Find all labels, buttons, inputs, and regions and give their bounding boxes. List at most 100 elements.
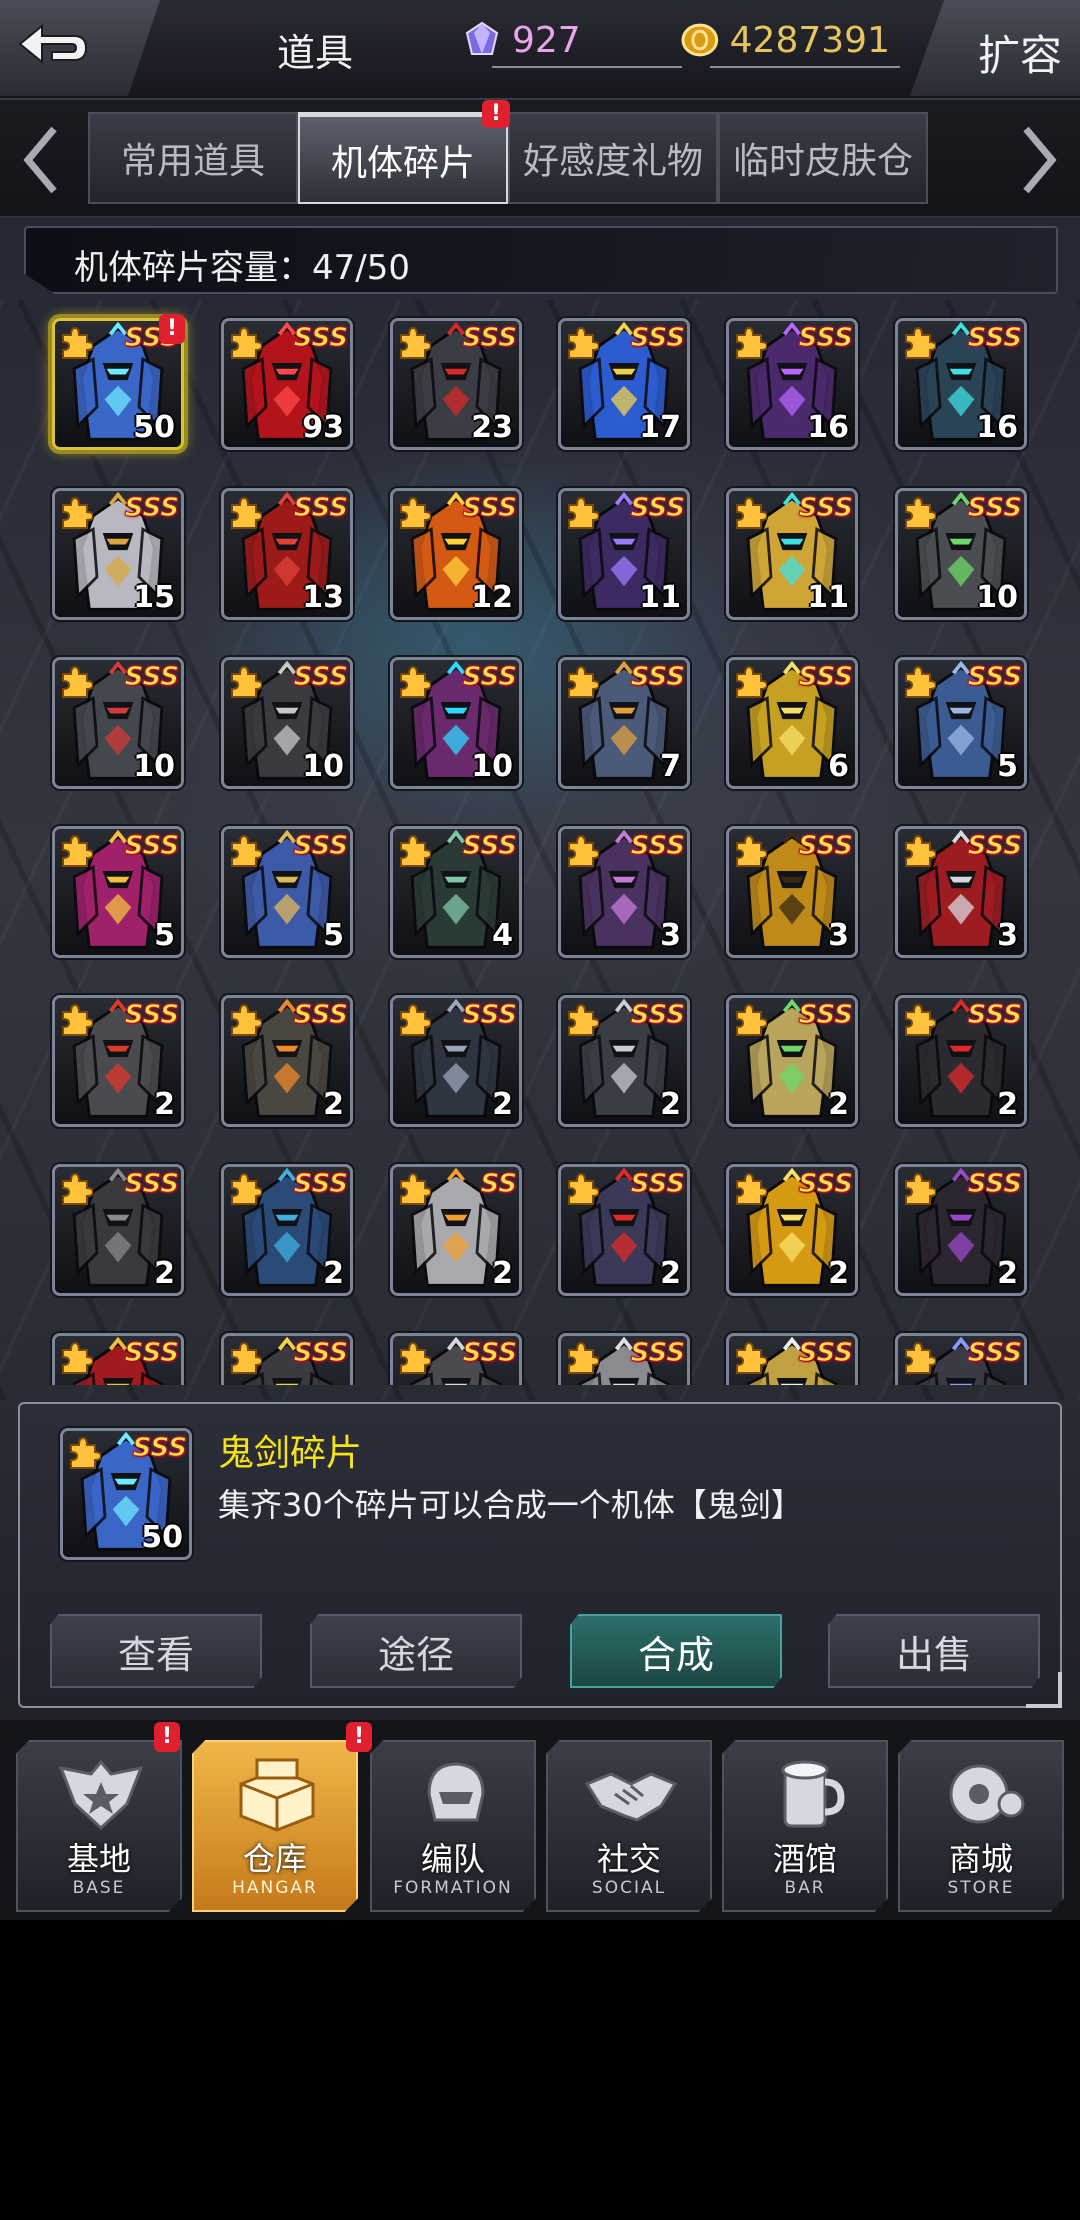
fragment-item[interactable]: SSS 4: [390, 826, 522, 958]
gold-coin-icon: [681, 23, 719, 57]
fragment-item[interactable]: SSS 2: [558, 995, 690, 1127]
detail-item-description: 集齐30个碎片可以合成一个机体【鬼剑】: [218, 1486, 803, 1524]
fragment-item[interactable]: SSS 2: [726, 995, 858, 1127]
fragment-count: 10: [302, 749, 344, 784]
fragment-item[interactable]: SSS 15: [52, 488, 184, 620]
fragment-item[interactable]: SSS 23: [390, 318, 522, 450]
fragment-item[interactable]: SSS 11: [726, 488, 858, 620]
tab-affinity-gifts[interactable]: 好感度礼物: [508, 112, 718, 204]
fragment-item[interactable]: SSS 2: [52, 1164, 184, 1296]
fragment-item[interactable]: SSS: [558, 1333, 690, 1385]
fragment-item[interactable]: SSS: [52, 1333, 184, 1385]
back-arrow-icon: [18, 23, 88, 65]
fragment-puzzle-icon: [905, 665, 936, 698]
fragment-count: 2: [154, 1087, 175, 1122]
fragment-count: 10: [471, 749, 513, 784]
capacity-text: 机体碎片容量：47/50: [74, 248, 410, 288]
fragment-item[interactable]: SSS: [221, 1333, 353, 1385]
sell-button[interactable]: 出售: [828, 1614, 1040, 1688]
nav-store[interactable]: 商城 STORE: [898, 1740, 1064, 1912]
nav-hangar[interactable]: 仓库 HANGAR: [192, 1740, 358, 1912]
tab-temp-skins[interactable]: 临时皮肤仓: [718, 112, 928, 204]
expand-capacity-button[interactable]: 扩容: [910, 0, 1080, 96]
fragment-puzzle-icon: [62, 665, 93, 698]
fragment-item[interactable]: SSS 7: [558, 657, 690, 789]
nav-store-label: 商城: [948, 1840, 1013, 1878]
fragment-item[interactable]: SSS 2: [895, 1164, 1027, 1296]
fragment-item[interactable]: SSS 12: [390, 488, 522, 620]
fragment-item[interactable]: SSS 10: [221, 657, 353, 789]
fragment-item[interactable]: SSS: [726, 1333, 858, 1385]
rank-badge: SSS: [293, 1000, 348, 1031]
fragment-item[interactable]: SSS 3: [726, 826, 858, 958]
fragment-count: 2: [997, 1256, 1018, 1291]
tab-mech-fragments[interactable]: 机体碎片: [298, 112, 508, 204]
rank-badge: SSS: [967, 831, 1022, 862]
fragment-item[interactable]: SSS 2: [221, 1164, 353, 1296]
fragment-item[interactable]: SSS 11: [558, 488, 690, 620]
nav-base-sub: BASE: [72, 1878, 126, 1898]
nav-social[interactable]: 社交 SOCIAL: [546, 1740, 712, 1912]
fragment-item[interactable]: SSS 16: [895, 318, 1027, 450]
rank-badge: SSS: [462, 323, 517, 354]
back-button[interactable]: [0, 0, 160, 96]
fragment-item[interactable]: SSS 93: [221, 318, 353, 450]
view-button[interactable]: 查看: [50, 1614, 262, 1688]
fragment-item[interactable]: SSS 3: [558, 826, 690, 958]
fragment-item[interactable]: SSS 10: [52, 657, 184, 789]
rank-badge: SSS: [967, 1000, 1022, 1031]
rank-badge: SSS: [967, 493, 1022, 524]
rank-badge: SSS: [462, 1338, 517, 1369]
rank-badge: SSS: [798, 1000, 853, 1031]
fragment-item[interactable]: SSS 5: [221, 826, 353, 958]
fragment-item[interactable]: SSS 5: [895, 657, 1027, 789]
tabs-next-arrow[interactable]: [1010, 120, 1070, 200]
fragment-item[interactable]: SSS 2: [726, 1164, 858, 1296]
fragment-count: 2: [323, 1256, 344, 1291]
fragment-puzzle-icon: [568, 1172, 599, 1205]
formation-helmet-icon: [427, 1762, 485, 1822]
fragment-count: 3: [660, 918, 681, 953]
fragment-count: 16: [807, 410, 849, 445]
fragment-item[interactable]: SSS 6: [726, 657, 858, 789]
rank-badge: SSS: [798, 1338, 853, 1369]
rank-badge: SSS: [798, 831, 853, 862]
base-emblem-icon: [58, 1759, 144, 1831]
nav-social-sub: SOCIAL: [591, 1878, 667, 1898]
fragment-item[interactable]: SSS 13: [221, 488, 353, 620]
compose-button[interactable]: 合成: [570, 1614, 782, 1688]
fragment-puzzle-icon: [736, 1172, 767, 1205]
fragment-puzzle-icon: [231, 496, 262, 529]
fragment-item[interactable]: SSS 10: [390, 657, 522, 789]
fragment-item[interactable]: SS 2: [390, 1164, 522, 1296]
nav-formation-label: 编队: [420, 1840, 485, 1878]
fragment-item[interactable]: SSS 16: [726, 318, 858, 450]
tabs-prev-arrow[interactable]: [10, 120, 70, 200]
fragment-item[interactable]: SSS 17: [558, 318, 690, 450]
rank-badge: SS: [480, 1169, 518, 1200]
fragment-count: 15: [133, 580, 175, 615]
fragment-item[interactable]: SSS: [895, 1333, 1027, 1385]
fragment-item[interactable]: SSS 2: [221, 995, 353, 1127]
fragment-item[interactable]: SSS 2: [895, 995, 1027, 1127]
fragment-count: 2: [660, 1087, 681, 1122]
fragment-item[interactable]: SSS 5: [52, 826, 184, 958]
tab-common-items[interactable]: 常用道具: [88, 112, 298, 204]
hangar-crate-icon: [239, 1758, 315, 1832]
fragment-item[interactable]: SSS 3: [895, 826, 1027, 958]
fragment-puzzle-icon: [736, 834, 767, 867]
nav-base[interactable]: 基地 BASE: [16, 1740, 182, 1912]
detail-fragment-count: 50: [141, 1520, 183, 1555]
rank-badge: SSS: [630, 323, 685, 354]
fragment-puzzle-icon: [905, 326, 936, 359]
fragment-item[interactable]: SSS 10: [895, 488, 1027, 620]
fragment-puzzle-icon: [62, 1172, 93, 1205]
fragment-item[interactable]: SSS: [390, 1333, 522, 1385]
fragment-item[interactable]: SSS 2: [558, 1164, 690, 1296]
handshake-icon: [584, 1772, 678, 1822]
fragment-item[interactable]: SSS 2: [52, 995, 184, 1127]
fragment-item[interactable]: SSS 2: [390, 995, 522, 1127]
nav-formation[interactable]: 编队 FORMATION: [370, 1740, 536, 1912]
nav-bar[interactable]: 酒馆 BAR: [722, 1740, 888, 1912]
route-button[interactable]: 途径: [310, 1614, 522, 1688]
